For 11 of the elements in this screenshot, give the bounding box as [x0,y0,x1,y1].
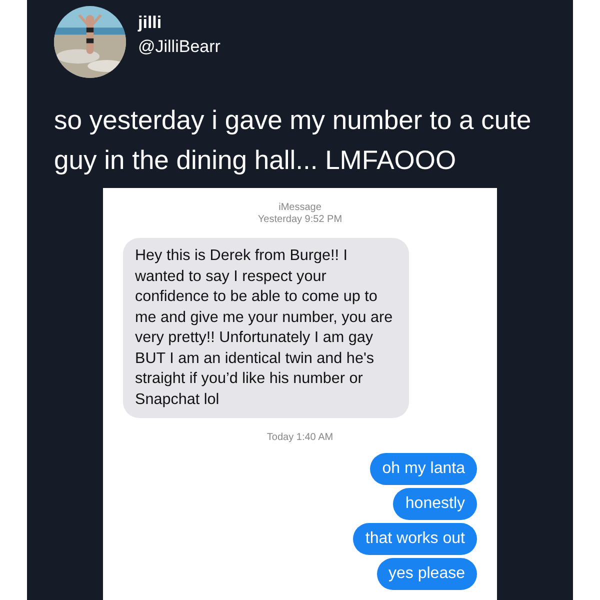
author-handle: @JilliBearr [138,37,220,57]
outgoing-message-bubble: that works out [353,523,477,555]
message-timestamp: Yesterday 9:52 PM [258,214,342,226]
service-label: iMessage [278,202,322,214]
author-name: jilli [138,13,163,33]
outgoing-message-bubble: oh my lanta [370,453,477,485]
tweet-text: so yesterday i gave my number to a cute guy in the dining hall... LMFAOOO [54,104,532,177]
outgoing-message-bubble: yes please [376,558,477,590]
outgoing-message-bubble: honestly [393,488,477,520]
incoming-message-bubble: Hey this is Derek from Burge!! I wanted to say I respect your confidence to be able to come up to me and give me your number, you are very pretty!! Unfortunately I am gay BUT I am an identical twin and he's straight if you’d like his number or Snapchat lol [123,238,409,418]
message-timestamp: Today 1:40 AM [266,432,334,444]
